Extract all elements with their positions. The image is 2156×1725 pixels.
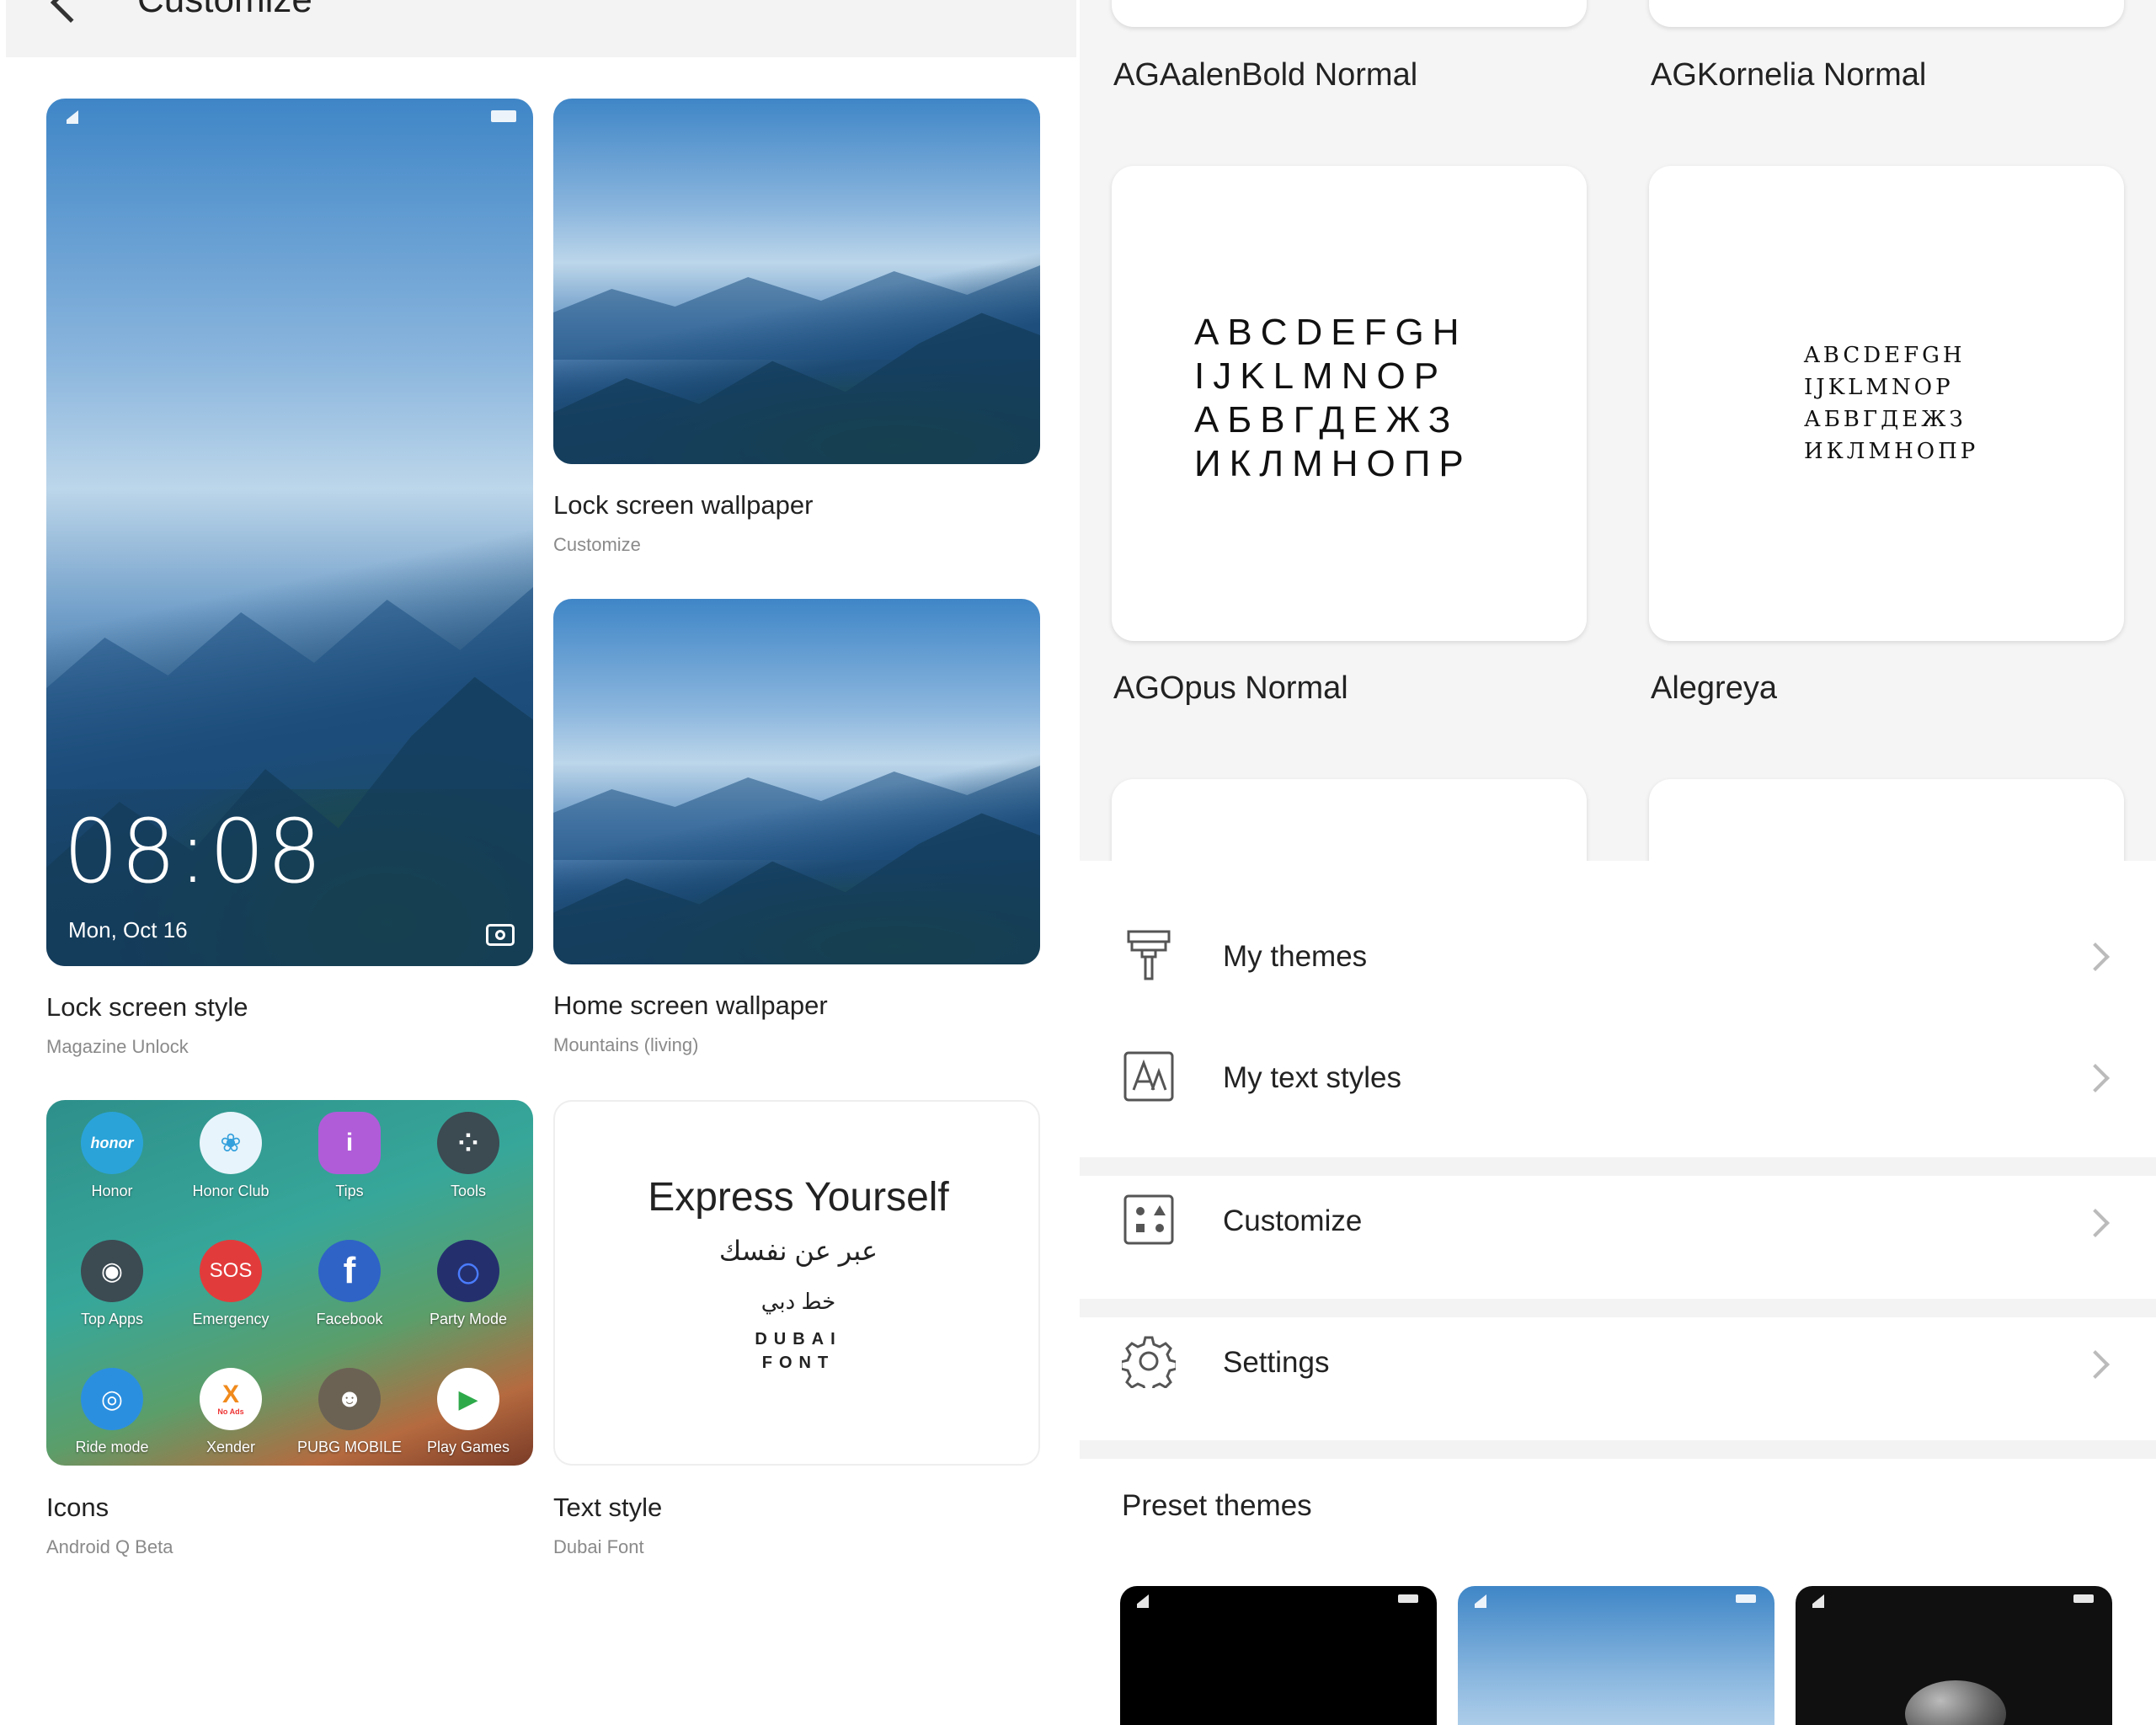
app-honor: honor Honor <box>53 1112 171 1200</box>
signal-icon <box>1470 1594 1486 1608</box>
paintbrush-icon <box>1127 930 1171 980</box>
customize-panel: Customize 08:08 Mon, Oct 16 Lock screen … <box>6 0 1076 1718</box>
font-name-agaalenbold: AGAalenBold Normal <box>1113 57 1418 93</box>
font-name-agkornelia: AGKornelia Normal <box>1651 57 1927 93</box>
text-style-sub: Dubai Font <box>553 1536 644 1557</box>
app-party-mode: ○ Party Mode <box>409 1240 527 1328</box>
lock-screen-style-label: Lock screen style <box>46 992 248 1022</box>
camera-icon[interactable] <box>486 924 515 946</box>
app-top-apps: ◉ Top Apps <box>53 1240 171 1328</box>
battery-icon <box>491 110 516 122</box>
back-arrow-icon[interactable] <box>50 0 92 24</box>
font-sample-agopus: ABCDEFGH IJKLMNOP АБВГДЕЖЗ ИКЛМНОПР <box>1194 312 1472 484</box>
font-card-agaalenbold[interactable] <box>1112 0 1587 27</box>
app-xender: X No Ads Xender <box>172 1368 290 1456</box>
font-name-alegreya: Alegreya <box>1651 670 1777 706</box>
signal-icon <box>1807 1594 1824 1608</box>
section-separator <box>1080 1299 2156 1317</box>
pubg-icon: ☻ <box>318 1368 381 1430</box>
preset-theme-stone[interactable] <box>1796 1586 2112 1725</box>
lock-screen-style-sub: Magazine Unlock <box>46 1036 189 1057</box>
icons-sub: Android Q Beta <box>46 1536 173 1557</box>
ride-mode-icon: ◎ <box>81 1368 143 1430</box>
font-sample-alegreya: ABCDEFGH IJKLMNOP АБВГДЕЖЗ ИКЛМНОПР <box>1804 343 1979 464</box>
preset-theme-blue[interactable] <box>1458 1586 1774 1725</box>
top-apps-folder-icon: ◉ <box>81 1240 143 1302</box>
text-style-arabic: عبر عن نفسك <box>718 1236 878 1266</box>
app-facebook: f Facebook <box>291 1240 408 1328</box>
signal-icon <box>61 110 78 124</box>
app-pubg: ☻ PUBG MOBILE <box>291 1368 408 1456</box>
font-card-agopus[interactable]: ABCDEFGH IJKLMNOP АБВГДЕЖЗ ИКЛМНОПР <box>1112 166 1587 641</box>
font-card-agkornelia[interactable] <box>1649 0 2124 27</box>
menu-settings[interactable]: Settings <box>1080 1317 2156 1418</box>
app-emergency: SOS Emergency <box>172 1240 290 1328</box>
chevron-right-icon <box>2081 1209 2110 1237</box>
facebook-icon: f <box>318 1240 381 1302</box>
home-wallpaper-sub: Mountains (living) <box>553 1034 699 1055</box>
home-wallpaper-label: Home screen wallpaper <box>553 991 828 1020</box>
screenshot-root: Customize 08:08 Mon, Oct 16 Lock screen … <box>0 0 2156 1725</box>
text-style-label: Text style <box>553 1493 663 1522</box>
app-honor-club: ❀ Honor Club <box>172 1112 290 1200</box>
chevron-right-icon <box>2081 1350 2110 1379</box>
text-style-headline: Express Yourself <box>648 1175 949 1220</box>
menu-settings-label: Settings <box>1223 1346 1330 1379</box>
battery-icon <box>1398 1594 1418 1603</box>
sos-icon: SOS <box>200 1240 262 1302</box>
app-ride-mode: ◎ Ride mode <box>53 1368 171 1456</box>
app-tips: i Tips <box>291 1112 408 1200</box>
page-title: Customize <box>137 0 312 19</box>
menu-my-themes-label: My themes <box>1223 940 1368 973</box>
dubai-font-logo: DUBAI FONT <box>755 1330 842 1372</box>
honor-icon: honor <box>81 1112 143 1174</box>
tips-icon: i <box>318 1112 381 1174</box>
battery-icon <box>2073 1594 2094 1603</box>
chevron-right-icon <box>2081 1064 2110 1092</box>
menu-customize[interactable]: Customize <box>1080 1176 2156 1277</box>
text-style-preview[interactable]: Express Yourself عبر عن نفسك خط دبي DUBA… <box>553 1100 1040 1466</box>
section-separator <box>1080 1157 2156 1176</box>
app-tools: ⁘ Tools <box>409 1112 527 1200</box>
font-card-alegreya[interactable]: ABCDEFGH IJKLMNOP АБВГДЕЖЗ ИКЛМНОПР <box>1649 166 2124 641</box>
font-list-panel: AGAalenBold Normal AGKornelia Normal ABC… <box>1080 0 2156 897</box>
preset-themes-heading: Preset themes <box>1122 1489 1312 1522</box>
lock-wallpaper-preview[interactable] <box>553 99 1040 464</box>
chevron-right-icon <box>2081 943 2110 971</box>
stone-decoration <box>1905 1680 2006 1725</box>
preset-theme-dark[interactable] <box>1120 1586 1437 1725</box>
dubai-font-arabic-logo: خط دبي <box>760 1289 836 1314</box>
lock-screen-style-preview[interactable]: 08:08 Mon, Oct 16 <box>46 99 533 966</box>
lock-date: Mon, Oct 16 <box>68 917 188 943</box>
battery-icon <box>1736 1594 1756 1603</box>
menu-my-text-styles-label: My text styles <box>1223 1061 1401 1094</box>
icons-preview[interactable]: honor Honor ❀ Honor Club i Tips ⁘ Tools … <box>46 1100 533 1466</box>
menu-my-themes[interactable]: My themes <box>1080 908 2156 1055</box>
text-style-icon <box>1123 1051 1174 1102</box>
gear-icon <box>1122 1336 1176 1388</box>
play-games-icon: ▶ <box>437 1368 499 1430</box>
xender-icon: X No Ads <box>200 1368 262 1430</box>
section-separator <box>1080 1440 2156 1459</box>
icons-label: Icons <box>46 1493 109 1522</box>
font-name-agopus: AGOpus Normal <box>1113 670 1348 706</box>
home-wallpaper-preview[interactable] <box>553 599 1040 964</box>
lotus-icon: ❀ <box>200 1112 262 1174</box>
customize-grid-icon <box>1123 1194 1174 1245</box>
app-play-games: ▶ Play Games <box>409 1368 527 1456</box>
party-mode-icon: ○ <box>437 1240 499 1302</box>
lock-wallpaper-sub: Customize <box>553 534 641 555</box>
signal-icon <box>1132 1594 1149 1608</box>
top-bar: Customize <box>6 0 1076 57</box>
tools-folder-icon: ⁘ <box>437 1112 499 1174</box>
menu-my-text-styles[interactable]: My text styles <box>1080 1029 2156 1130</box>
lock-clock: 08:08 <box>63 800 324 903</box>
lock-wallpaper-label: Lock screen wallpaper <box>553 490 814 520</box>
menu-customize-label: Customize <box>1223 1204 1363 1237</box>
